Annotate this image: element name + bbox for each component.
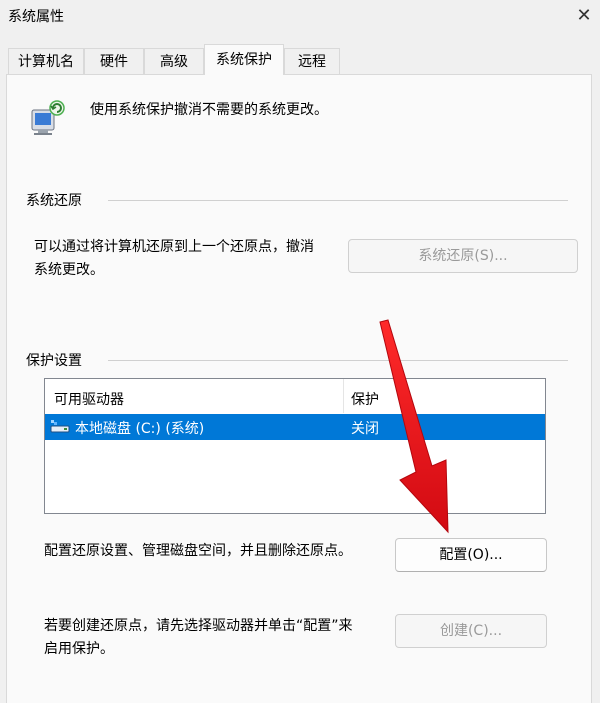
tab-computer-name[interactable]: 计算机名: [8, 48, 84, 74]
column-header-drive[interactable]: 可用驱动器: [54, 389, 124, 409]
protection-settings-group-label: 保护设置: [26, 353, 82, 369]
title-bar: 系统属性 ✕: [0, 0, 600, 34]
group-divider: [108, 360, 568, 361]
system-restore-group-label: 系统还原: [26, 193, 82, 209]
drive-name: 本地磁盘 (C:) (系统): [75, 421, 205, 437]
table-row[interactable]: 本地磁盘 (C:) (系统) 关闭: [45, 414, 545, 440]
create-button[interactable]: 创建(C)...: [395, 614, 547, 648]
tab-remote[interactable]: 远程: [284, 48, 340, 74]
list-header: 可用驱动器 保护: [45, 379, 545, 413]
column-divider[interactable]: [343, 379, 344, 413]
configure-description: 配置还原设置、管理磁盘空间，并且删除还原点。: [44, 543, 352, 559]
tab-advanced[interactable]: 高级: [144, 48, 204, 74]
create-description-line2: 启用保护。: [44, 641, 114, 657]
system-protection-icon: [26, 98, 70, 138]
restore-description-line1: 可以通过将计算机还原到上一个还原点，撤消: [34, 239, 314, 255]
drives-list[interactable]: 可用驱动器 保护 本地磁盘 (C:) (系统) 关闭: [44, 378, 546, 514]
tab-hardware[interactable]: 硬件: [84, 48, 144, 74]
window-title: 系统属性: [8, 9, 64, 25]
tab-system-protection[interactable]: 系统保护: [204, 44, 284, 75]
group-divider: [108, 200, 568, 201]
red-arrow-annotation: [370, 318, 470, 540]
drive-icon: [50, 418, 70, 436]
intro-text: 使用系统保护撤消不需要的系统更改。: [90, 102, 328, 118]
restore-description-line2: 系统更改。: [34, 262, 104, 278]
system-restore-button[interactable]: 系统还原(S)...: [348, 239, 578, 273]
close-icon[interactable]: ✕: [568, 0, 600, 30]
create-description-line1: 若要创建还原点，请先选择驱动器并单击“配置”来: [44, 618, 353, 634]
configure-button[interactable]: 配置(O)...: [395, 538, 547, 572]
